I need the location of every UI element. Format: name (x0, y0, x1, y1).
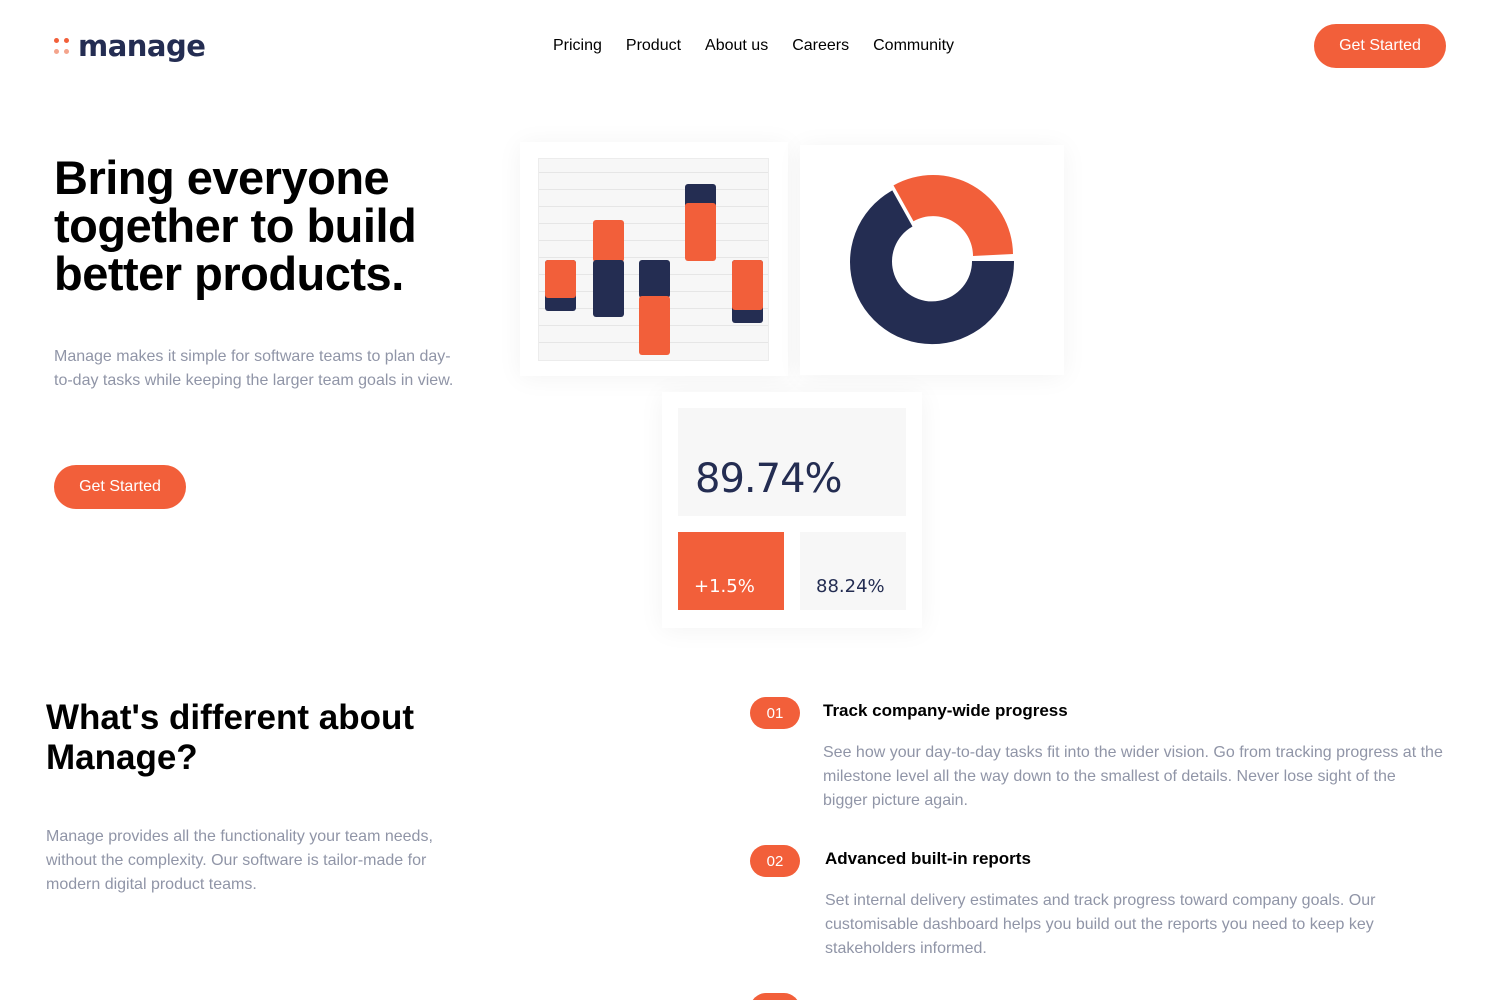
main-stat-value: 89.74% (695, 456, 843, 502)
stats-card: 89.74% +1.5% 88.24% (662, 392, 922, 628)
feature-number-badge-partial (750, 993, 800, 1000)
hero-get-started-button[interactable]: Get Started (54, 465, 186, 509)
main-nav: Pricing Product About us Careers Communi… (553, 36, 954, 56)
four-dot-logo-icon (54, 38, 70, 54)
hero-title: Bring everyone together to build better … (54, 151, 417, 300)
bar-chart-bars (545, 184, 763, 355)
feature-number-badge: 01 (750, 697, 800, 729)
nav-item-community[interactable]: Community (873, 36, 954, 56)
nav-item-careers[interactable]: Careers (792, 36, 849, 56)
bar-chart-bar (545, 260, 576, 298)
feature-title: Track company-wide progress (823, 701, 1068, 720)
nav-item-pricing[interactable]: Pricing (553, 36, 602, 56)
nav-item-about-us[interactable]: About us (705, 36, 768, 56)
nav-item-product[interactable]: Product (626, 36, 681, 56)
change-stat-tile: +1.5% (678, 532, 784, 610)
secondary-stat-tile: 88.24% (800, 532, 906, 610)
bar-chart-bar (593, 260, 624, 317)
bar-chart-illustration (538, 158, 769, 361)
bar-chart-card (520, 142, 788, 376)
donut-chart-illustration (850, 174, 1015, 345)
donut-segment-orange (893, 174, 1013, 256)
bar-chart-bar (639, 260, 670, 298)
brand-name: manage (78, 29, 206, 63)
donut-chart-card (800, 145, 1064, 375)
bar-chart-bar (639, 296, 670, 355)
feature-title: Advanced built-in reports (825, 849, 1031, 868)
secondary-stat-value: 88.24% (816, 576, 885, 597)
brand-logo[interactable]: manage (54, 29, 206, 63)
header-get-started-button[interactable]: Get Started (1314, 24, 1446, 68)
change-stat-value: +1.5% (694, 576, 755, 597)
feature-description: Set internal delivery estimates and trac… (825, 892, 1376, 957)
hero-description: Manage makes it simple for software team… (54, 348, 454, 389)
bar-chart-bar (593, 220, 624, 262)
main-stat-tile: 89.74% (678, 408, 906, 516)
feature-description: See how your day-to-day tasks fit into t… (823, 744, 1443, 809)
section-description: Manage provides all the functionality yo… (46, 828, 433, 893)
bar-chart-bar (732, 260, 763, 310)
bar-chart-bar (685, 203, 716, 261)
section-title: What's different about Manage? (46, 698, 415, 777)
feature-number-badge: 02 (750, 845, 800, 877)
